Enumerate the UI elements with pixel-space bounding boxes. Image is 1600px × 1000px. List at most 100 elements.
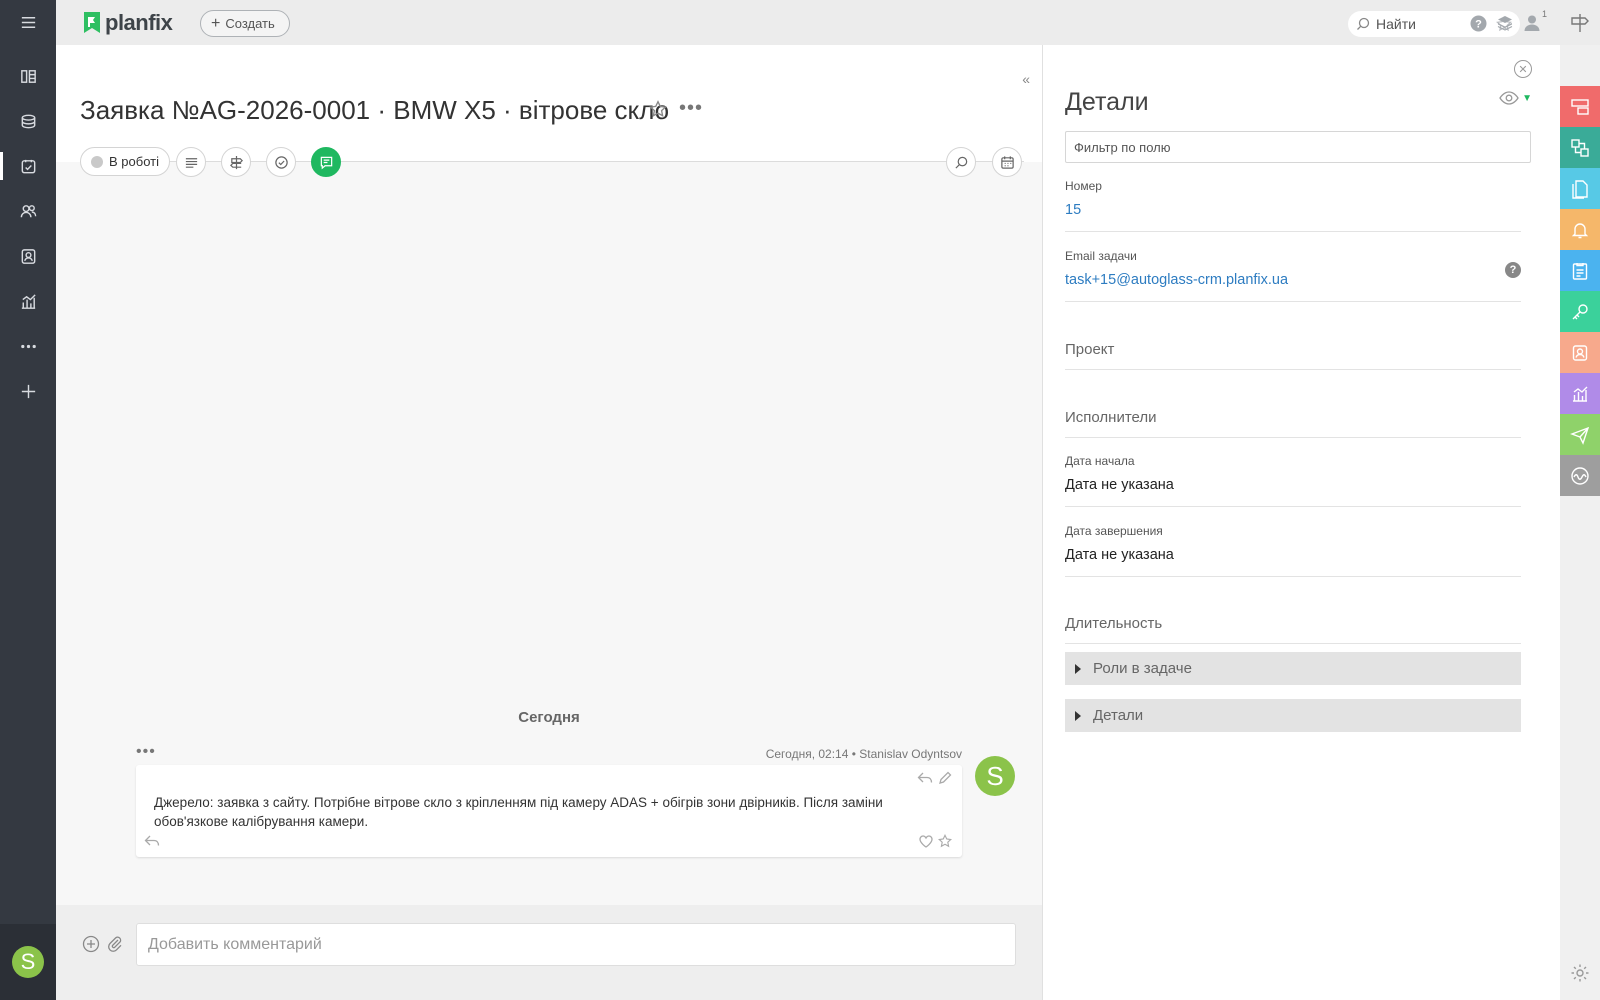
field-executors-label: Исполнители — [1065, 409, 1157, 426]
description-icon[interactable] — [176, 147, 206, 177]
checklist-icon[interactable] — [266, 147, 296, 177]
comment-timestamp-author: Сегодня, 02:14 • Stanislav Odyntsov — [765, 747, 962, 761]
comment-card: Джерело: заявка з сайту. Потрібне вітров… — [136, 765, 962, 857]
field-email-label: Email задачи — [1065, 249, 1137, 263]
field-number: Номер 15 — [1065, 179, 1521, 232]
signpost-icon[interactable] — [221, 147, 251, 177]
field-start-date-value: Дата не указана — [1065, 477, 1174, 493]
comment-star-icon[interactable] — [937, 833, 953, 853]
day-separator: Сегодня — [518, 709, 580, 726]
tool-contacts-icon[interactable] — [1560, 332, 1600, 373]
tool-reminders-icon[interactable] — [1560, 209, 1600, 250]
settings-gear-icon[interactable] — [1570, 963, 1590, 988]
field-end-date-label: Дата завершения — [1065, 524, 1163, 538]
expand-triangle-icon — [1075, 663, 1081, 674]
profile-badge: 1 — [1541, 9, 1547, 19]
tool-links-icon[interactable] — [1560, 127, 1600, 168]
tool-files-icon[interactable] — [1560, 168, 1600, 209]
contacts-icon[interactable] — [0, 236, 56, 276]
field-start-date[interactable]: Дата начала Дата не указана — [1065, 454, 1521, 507]
comment-more-icon[interactable]: ••• — [136, 744, 156, 761]
tool-analytics-icon[interactable] — [1560, 373, 1600, 414]
collapse-panel-icon[interactable]: « — [1022, 71, 1030, 87]
field-end-date[interactable]: Дата завершения Дата не указана — [1065, 524, 1521, 577]
left-navigation: S — [0, 0, 56, 1000]
user-avatar[interactable]: S — [12, 946, 44, 978]
tool-forms-icon[interactable] — [1560, 86, 1600, 127]
section-details-label: Детали — [1093, 707, 1144, 724]
edit-icon[interactable] — [938, 771, 952, 790]
inbox-icon[interactable] — [0, 101, 56, 141]
right-tool-strip — [1560, 45, 1600, 1000]
calendar-icon[interactable] — [992, 147, 1022, 177]
field-project-label: Проект — [1065, 341, 1115, 358]
user-area: S — [0, 924, 56, 1000]
add-attachment-icon[interactable] — [82, 935, 100, 958]
plus-icon: + — [211, 14, 221, 32]
title-more-icon[interactable]: ••• — [679, 97, 703, 120]
field-number-label: Номер — [1065, 179, 1102, 193]
field-executors[interactable]: Исполнители — [1065, 409, 1521, 438]
search-comments-icon[interactable] — [946, 147, 976, 177]
task-header: « Заявка №AG-2026-0001 · BMW X5 · вітров… — [56, 45, 1042, 177]
reply-bottom-icon[interactable] — [144, 834, 160, 853]
field-number-value[interactable]: 15 — [1065, 202, 1521, 218]
field-duration-label: Длительность — [1065, 615, 1163, 632]
comment-input[interactable]: Добавить комментарий — [136, 923, 1016, 966]
close-icon[interactable]: ✕ — [1514, 60, 1532, 78]
logo-flag-icon — [84, 12, 100, 33]
field-email-value[interactable]: task+15@autoglass-crm.planfix.ua — [1065, 272, 1521, 288]
tool-activity-icon[interactable] — [1560, 455, 1600, 496]
details-title: Детали — [1065, 88, 1149, 116]
visibility-toggle[interactable]: ▼ — [1499, 91, 1532, 105]
field-filter-placeholder: Фильтр по полю — [1074, 139, 1171, 155]
comment-text: Джерело: заявка з сайту. Потрібне вітров… — [154, 795, 883, 829]
tasks-icon[interactable] — [0, 146, 56, 186]
add-icon[interactable] — [0, 371, 56, 411]
expand-triangle-icon — [1075, 710, 1081, 721]
menu-icon[interactable] — [0, 2, 56, 42]
help-icon[interactable]: ? — [1467, 12, 1489, 34]
people-icon[interactable] — [0, 191, 56, 231]
comment-composer: Добавить комментарий — [56, 905, 1042, 1000]
reply-icon[interactable] — [917, 771, 933, 790]
field-start-date-label: Дата начала — [1065, 454, 1135, 468]
comments-icon[interactable] — [311, 147, 341, 177]
top-bar: planfix + Создать Найти ? 1 — [56, 0, 1600, 45]
tool-checklist-icon[interactable] — [1560, 250, 1600, 291]
layers-icon[interactable] — [1494, 12, 1516, 34]
more-icon[interactable] — [0, 326, 56, 366]
tool-access-key-icon[interactable] — [1560, 291, 1600, 332]
paperclip-icon[interactable] — [107, 935, 123, 958]
like-heart-icon[interactable] — [919, 835, 933, 853]
status-dot-icon — [91, 155, 103, 168]
svg-text:?: ? — [1475, 18, 1482, 30]
caret-down-icon: ▼ — [1522, 92, 1532, 104]
email-help-icon[interactable]: ? — [1505, 262, 1521, 278]
task-title: Заявка №AG-2026-0001 · BMW X5 · вітрове … — [80, 95, 670, 125]
details-panel: ✕ Детали ▼ Фильтр по полю Номер 15 Email… — [1042, 45, 1560, 1000]
task-panel: « Заявка №AG-2026-0001 · BMW X5 · вітров… — [56, 45, 1042, 1000]
field-email: Email задачи task+15@autoglass-crm.planf… — [1065, 249, 1521, 302]
reports-icon[interactable] — [0, 281, 56, 321]
field-duration[interactable]: Длительность — [1065, 615, 1521, 644]
create-button-label: Создать — [225, 16, 275, 31]
board-icon[interactable] — [0, 56, 56, 96]
section-roles-label: Роли в задаче — [1093, 660, 1192, 677]
comment-author-avatar[interactable]: S — [975, 756, 1015, 796]
pin-panel-icon[interactable] — [1560, 0, 1600, 45]
field-project[interactable]: Проект — [1065, 341, 1521, 370]
favorite-star-icon[interactable] — [649, 100, 667, 123]
search-icon — [1357, 17, 1370, 30]
search-placeholder: Найти — [1376, 16, 1416, 32]
section-details[interactable]: Детали — [1065, 699, 1521, 732]
planfix-logo[interactable]: planfix — [82, 10, 173, 36]
field-filter-input[interactable]: Фильтр по полю — [1065, 131, 1531, 163]
eye-icon — [1499, 91, 1519, 105]
section-roles[interactable]: Роли в задаче — [1065, 652, 1521, 685]
create-button[interactable]: + Создать — [200, 10, 290, 37]
tool-send-icon[interactable] — [1560, 414, 1600, 455]
profile-icon[interactable]: 1 — [1521, 9, 1547, 34]
comment-meta: ••• Сегодня, 02:14 • Stanislav Odyntsov — [136, 744, 962, 762]
status-button[interactable]: В роботі — [80, 147, 170, 176]
